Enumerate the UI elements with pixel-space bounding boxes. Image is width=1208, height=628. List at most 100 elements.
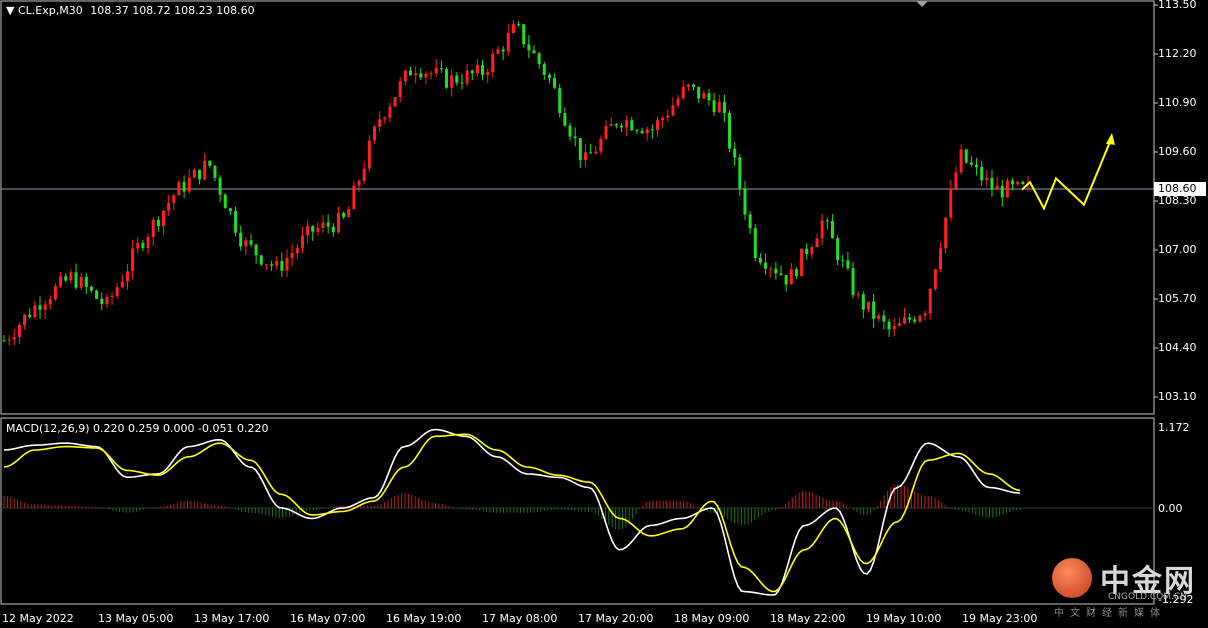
- candle-body: [218, 177, 222, 195]
- candle-body: [939, 248, 943, 270]
- candle-body: [995, 185, 999, 190]
- candle-body: [316, 227, 320, 232]
- candle-body: [686, 84, 690, 87]
- candle-body: [568, 125, 572, 137]
- candle-body: [38, 305, 42, 310]
- candle-body: [1016, 181, 1020, 185]
- candle-body: [177, 182, 181, 196]
- candle-body: [295, 248, 299, 253]
- candle-body: [640, 130, 644, 134]
- candle-body: [254, 244, 258, 256]
- candle-body: [625, 120, 629, 128]
- candle-body: [362, 168, 366, 182]
- candle-body: [630, 120, 634, 131]
- candle-body: [537, 53, 541, 65]
- candle-body: [290, 252, 294, 258]
- candle-body: [666, 115, 670, 118]
- macd-label: MACD(12,26,9) 0.220 0.259 0.000 -0.051 0…: [6, 422, 269, 435]
- candle-body: [645, 129, 649, 134]
- candle-body: [594, 151, 598, 154]
- candle-body: [264, 264, 268, 266]
- macd-line: [3, 428, 1021, 596]
- candle-body: [861, 294, 865, 310]
- candle-body: [465, 70, 469, 84]
- candle-body: [913, 319, 917, 322]
- candle-body: [609, 124, 613, 126]
- candle-body: [908, 317, 912, 320]
- candle-body: [414, 73, 418, 76]
- scroll-marker-icon[interactable]: [916, 1, 928, 7]
- candle-body: [23, 314, 27, 326]
- candle-body: [887, 321, 891, 330]
- candle-body: [656, 120, 660, 131]
- candle-body: [352, 185, 356, 210]
- time-tick: 13 May 17:00: [194, 612, 270, 625]
- candle-body: [671, 105, 675, 116]
- time-tick: 17 May 08:00: [482, 612, 558, 625]
- candle-body: [167, 202, 171, 211]
- macd-histogram-layer: [3, 484, 1021, 530]
- candle-body: [285, 257, 289, 271]
- candle-body: [223, 194, 227, 209]
- candle-body: [7, 339, 11, 341]
- candle-body: [877, 315, 881, 319]
- candle-body: [661, 117, 665, 121]
- candle-body: [506, 33, 510, 52]
- symbol-label: CL.Exp,M30: [17, 4, 83, 17]
- candle-body: [89, 286, 93, 291]
- candle-body: [28, 314, 32, 318]
- candle-body: [748, 214, 752, 229]
- candle-body: [897, 323, 901, 327]
- candle-body: [856, 294, 860, 296]
- candle-body: [481, 65, 485, 76]
- collapse-arrow-icon[interactable]: ▼: [6, 4, 18, 17]
- candle-body: [712, 100, 716, 113]
- candle-body: [234, 211, 238, 233]
- candle-body: [743, 188, 747, 215]
- candle-body: [1005, 180, 1009, 198]
- candle-body: [923, 313, 927, 316]
- candle-body: [805, 248, 809, 255]
- candle-body: [810, 247, 814, 255]
- signal-line: [3, 433, 1021, 593]
- ohlc-values: 108.37 108.72 108.23 108.60: [90, 4, 255, 17]
- chart-canvas: [0, 0, 1158, 605]
- candle-body: [728, 113, 732, 149]
- candle-body: [131, 248, 135, 272]
- candle-body: [522, 24, 526, 45]
- candle-body: [496, 49, 500, 54]
- candle-body: [758, 258, 762, 263]
- candle-body: [779, 273, 783, 275]
- candle-body: [553, 78, 557, 89]
- candle-body: [84, 277, 88, 287]
- candle-body: [172, 195, 176, 203]
- candle-body: [69, 272, 73, 281]
- candle-body: [280, 260, 284, 271]
- candle-body: [100, 298, 104, 305]
- candle-body: [825, 220, 829, 222]
- candle-body: [424, 73, 428, 78]
- candle-body: [836, 238, 840, 261]
- candle-body: [944, 217, 948, 249]
- candle-body: [136, 242, 140, 249]
- time-tick: 18 May 22:00: [770, 612, 846, 625]
- brand-logo-icon: [1052, 558, 1092, 598]
- candle-body: [697, 86, 701, 99]
- candle-body: [79, 277, 83, 288]
- candle-body: [892, 326, 896, 330]
- candle-body: [120, 281, 124, 288]
- candle-body: [228, 208, 232, 212]
- candle-body: [33, 305, 37, 318]
- candle-body: [192, 169, 196, 178]
- candle-body: [213, 165, 217, 178]
- price-tick: 107.00: [1158, 243, 1197, 256]
- candle-body: [475, 65, 479, 74]
- candle-body: [53, 286, 57, 300]
- candle-body: [393, 97, 397, 107]
- price-tick: 110.90: [1158, 96, 1197, 109]
- time-tick: 19 May 23:00: [962, 612, 1038, 625]
- candle-body: [383, 117, 387, 120]
- candle-body: [321, 222, 325, 228]
- candle-body: [800, 248, 804, 277]
- candle-body: [59, 276, 63, 287]
